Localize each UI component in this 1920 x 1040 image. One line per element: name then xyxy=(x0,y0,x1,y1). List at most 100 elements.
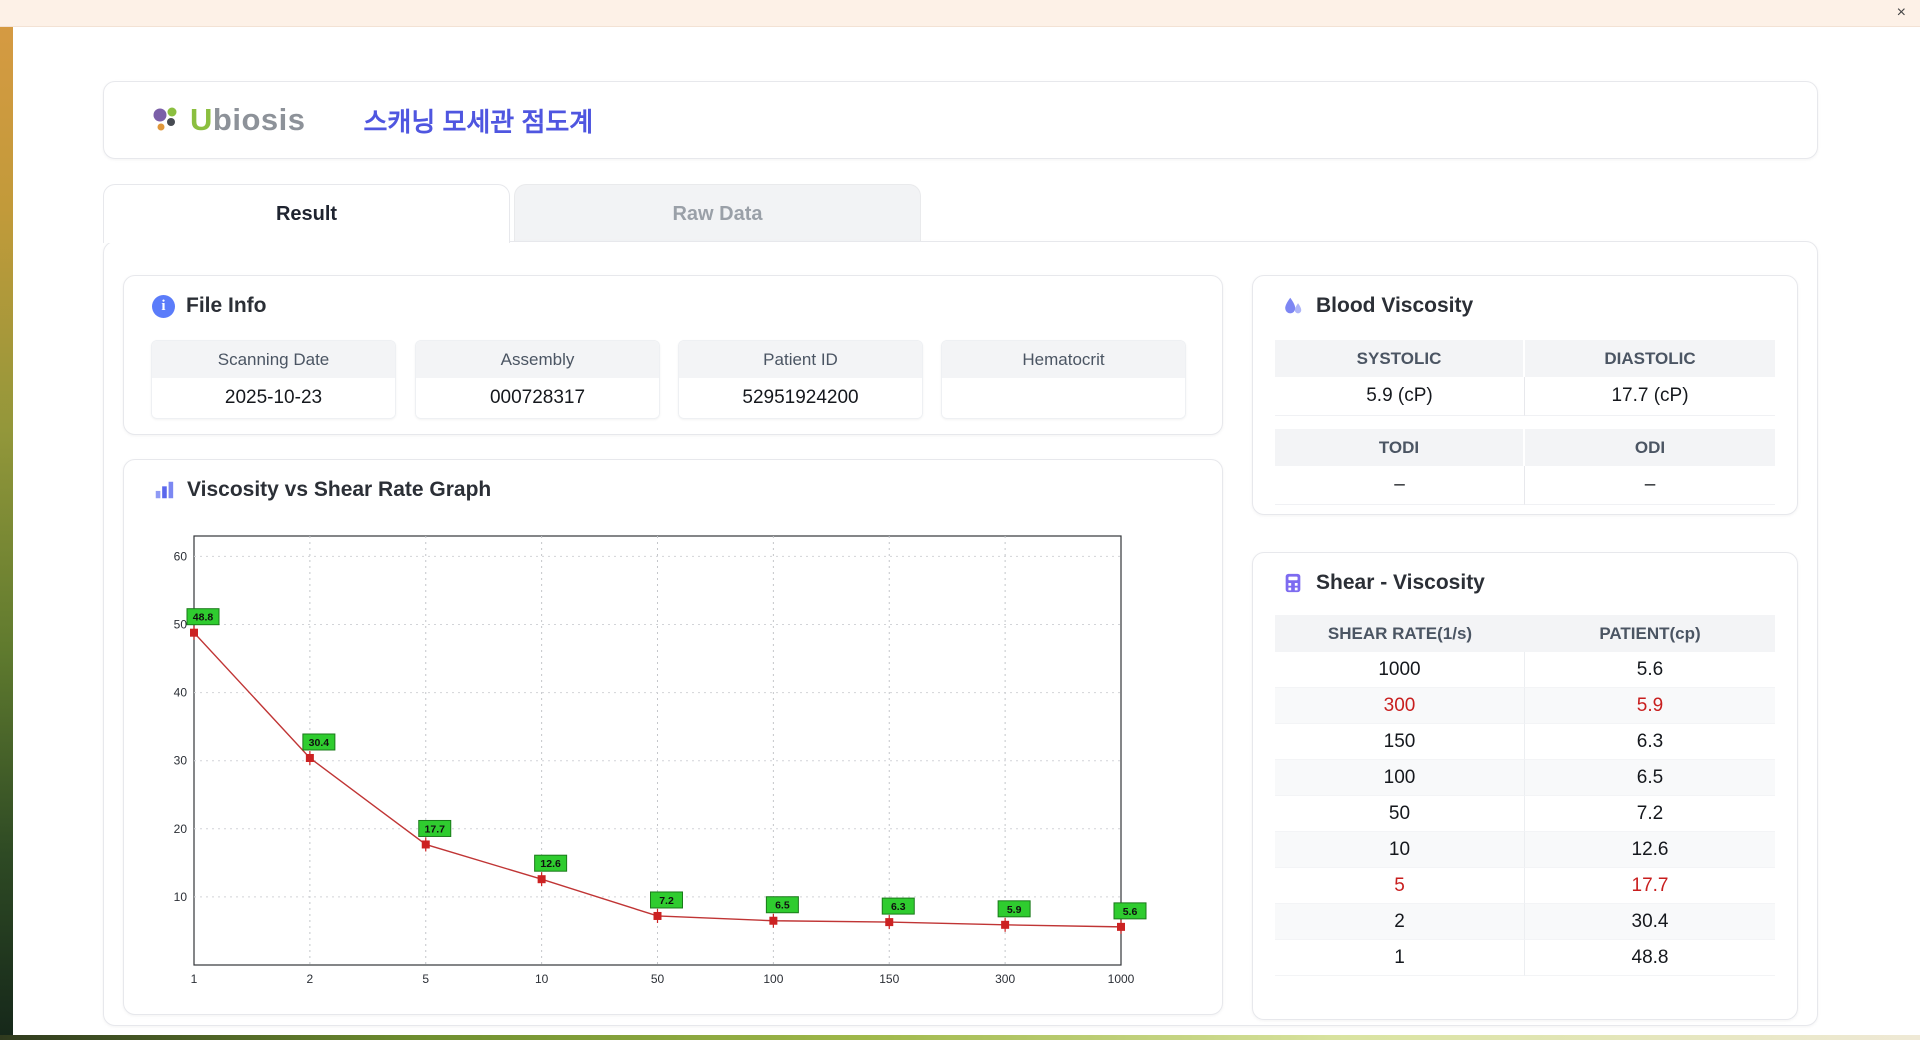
field-value: 52951924200 xyxy=(679,378,922,418)
patient-viscosity-cell: 48.8 xyxy=(1525,940,1775,976)
field-label: Hematocrit xyxy=(942,341,1185,378)
calculator-icon xyxy=(1281,571,1305,595)
bar-chart-icon xyxy=(152,478,176,502)
table-row: 1000 5.6 xyxy=(1275,652,1775,688)
svg-text:17.7: 17.7 xyxy=(425,823,446,835)
shear-rate-cell: 1 xyxy=(1275,940,1525,976)
svg-text:50: 50 xyxy=(174,618,188,632)
graph-header: Viscosity vs Shear Rate Graph xyxy=(152,478,491,502)
patient-viscosity-cell: 6.3 xyxy=(1525,724,1775,760)
table-row: 100 6.5 xyxy=(1275,760,1775,796)
bv-header-row: TODI ODI xyxy=(1275,429,1775,466)
patient-viscosity-cell: 30.4 xyxy=(1525,904,1775,940)
window-close-button[interactable]: × xyxy=(1897,3,1906,23)
patient-viscosity-cell: 7.2 xyxy=(1525,796,1775,832)
blood-viscosity-title: Blood Viscosity xyxy=(1316,294,1474,317)
svg-text:10: 10 xyxy=(174,890,188,904)
svg-text:50: 50 xyxy=(651,972,665,986)
bv-header-row: SYSTOLIC DIASTOLIC xyxy=(1275,340,1775,377)
svg-text:12.6: 12.6 xyxy=(540,858,561,870)
bv-value-row: 5.9 (cP) 17.7 (cP) xyxy=(1275,377,1775,416)
screen: × Ubiosis 스캐닝 모세관 점도계 Result Raw Data i … xyxy=(0,0,1920,1040)
field-value xyxy=(942,378,1185,418)
tab-raw-data-label: Raw Data xyxy=(672,203,763,225)
tab-result-label: Result xyxy=(275,203,338,225)
svg-text:30: 30 xyxy=(174,754,188,768)
sv-header-cell: SHEAR RATE(1/s) xyxy=(1275,615,1525,652)
field-patient-id: Patient ID 52951924200 xyxy=(678,340,923,419)
bv-row-gap xyxy=(1275,416,1775,429)
patient-viscosity-cell: 6.5 xyxy=(1525,760,1775,796)
svg-text:6.3: 6.3 xyxy=(891,901,906,913)
svg-text:20: 20 xyxy=(174,822,188,836)
svg-text:100: 100 xyxy=(763,972,783,986)
blood-viscosity-table: SYSTOLIC DIASTOLIC 5.9 (cP) 17.7 (cP) TO… xyxy=(1275,340,1775,505)
file-info-card: i File Info Scanning Date 2025-10-23 Ass… xyxy=(123,275,1223,435)
logo-text: Ubiosis xyxy=(190,102,306,137)
svg-text:1000: 1000 xyxy=(1108,972,1135,986)
tab-result[interactable]: Result xyxy=(103,184,510,243)
table-row: 300 5.9 xyxy=(1275,688,1775,724)
file-info-header: i File Info xyxy=(152,294,267,318)
sv-header-cell: PATIENT(cp) xyxy=(1525,615,1775,652)
app-header: Ubiosis 스캐닝 모세관 점도계 xyxy=(103,81,1818,159)
shear-viscosity-table: SHEAR RATE(1/s) PATIENT(cp) 1000 5.6 300 5.… xyxy=(1275,615,1775,976)
shear-rate-cell: 100 xyxy=(1275,760,1525,796)
table-row: 50 7.2 xyxy=(1275,796,1775,832)
svg-text:10: 10 xyxy=(535,972,549,986)
sv-header-row: SHEAR RATE(1/s) PATIENT(cp) xyxy=(1275,615,1775,652)
shear-rate-cell: 5 xyxy=(1275,868,1525,904)
svg-text:40: 40 xyxy=(174,686,188,700)
sv-rows: 1000 5.6 300 5.9 150 6.3 100 6.5 50 7.2 10 12.6 5 17.… xyxy=(1275,652,1775,976)
bv-value-cell: – xyxy=(1275,466,1525,505)
shear-rate-cell: 150 xyxy=(1275,724,1525,760)
shear-rate-cell: 1000 xyxy=(1275,652,1525,688)
bv-value-cell: – xyxy=(1525,466,1775,505)
svg-text:150: 150 xyxy=(879,972,899,986)
field-label: Assembly xyxy=(416,341,659,378)
shear-viscosity-card: Shear - Viscosity SHEAR RATE(1/s) PATIEN… xyxy=(1252,552,1798,1020)
droplets-icon xyxy=(1281,294,1305,318)
field-hematocrit: Hematocrit xyxy=(941,340,1186,419)
shear-viscosity-title: Shear - Viscosity xyxy=(1316,571,1485,594)
bv-header-cell: SYSTOLIC xyxy=(1275,340,1525,377)
table-row: 10 12.6 xyxy=(1275,832,1775,868)
blood-viscosity-header: Blood Viscosity xyxy=(1281,294,1473,318)
svg-text:2: 2 xyxy=(307,972,314,986)
tab-raw-data[interactable]: Raw Data xyxy=(514,184,921,242)
field-label: Scanning Date xyxy=(152,341,395,378)
shear-viscosity-header: Shear - Viscosity xyxy=(1281,571,1485,595)
shear-rate-cell: 300 xyxy=(1275,688,1525,724)
patient-viscosity-cell: 12.6 xyxy=(1525,832,1775,868)
svg-text:5.6: 5.6 xyxy=(1123,906,1138,918)
patient-viscosity-cell: 5.9 xyxy=(1525,688,1775,724)
viscosity-graph-card: Viscosity vs Shear Rate Graph 10 20 30 40 50… xyxy=(123,459,1223,1015)
shear-rate-cell: 50 xyxy=(1275,796,1525,832)
svg-text:7.2: 7.2 xyxy=(659,895,674,907)
bv-header-cell: DIASTOLIC xyxy=(1525,340,1775,377)
field-assembly: Assembly 000728317 xyxy=(415,340,660,419)
viscosity-chart: 10 20 30 40 50 60 1 2 5 10 50 100 150 300 1000 48.8 30.4… xyxy=(174,535,1147,986)
content-panel: i File Info Scanning Date 2025-10-23 Ass… xyxy=(103,241,1818,1026)
patient-viscosity-cell: 17.7 xyxy=(1525,868,1775,904)
svg-text:48.8: 48.8 xyxy=(193,612,214,624)
graph-title: Viscosity vs Shear Rate Graph xyxy=(187,478,492,501)
logo-dots-icon xyxy=(153,107,177,131)
bv-value-row: – – xyxy=(1275,466,1775,505)
bv-value-cell: 17.7 (cP) xyxy=(1525,377,1775,416)
bv-value-cell: 5.9 (cP) xyxy=(1275,377,1525,416)
left-edge-decoration xyxy=(0,27,13,1036)
bv-header-cell: ODI xyxy=(1525,429,1775,466)
bottom-edge-decoration xyxy=(0,1035,1920,1040)
svg-text:5: 5 xyxy=(422,972,429,986)
shear-rate-cell: 10 xyxy=(1275,832,1525,868)
table-row: 5 17.7 xyxy=(1275,868,1775,904)
table-row: 2 30.4 xyxy=(1275,904,1775,940)
info-icon: i xyxy=(152,294,175,318)
page-title: 스캐닝 모세관 점도계 xyxy=(363,106,594,137)
svg-text:300: 300 xyxy=(995,972,1015,986)
table-row: 150 6.3 xyxy=(1275,724,1775,760)
svg-text:6.5: 6.5 xyxy=(775,900,790,912)
field-value: 000728317 xyxy=(416,378,659,418)
ubiosis-logo: Ubiosis xyxy=(150,102,305,138)
